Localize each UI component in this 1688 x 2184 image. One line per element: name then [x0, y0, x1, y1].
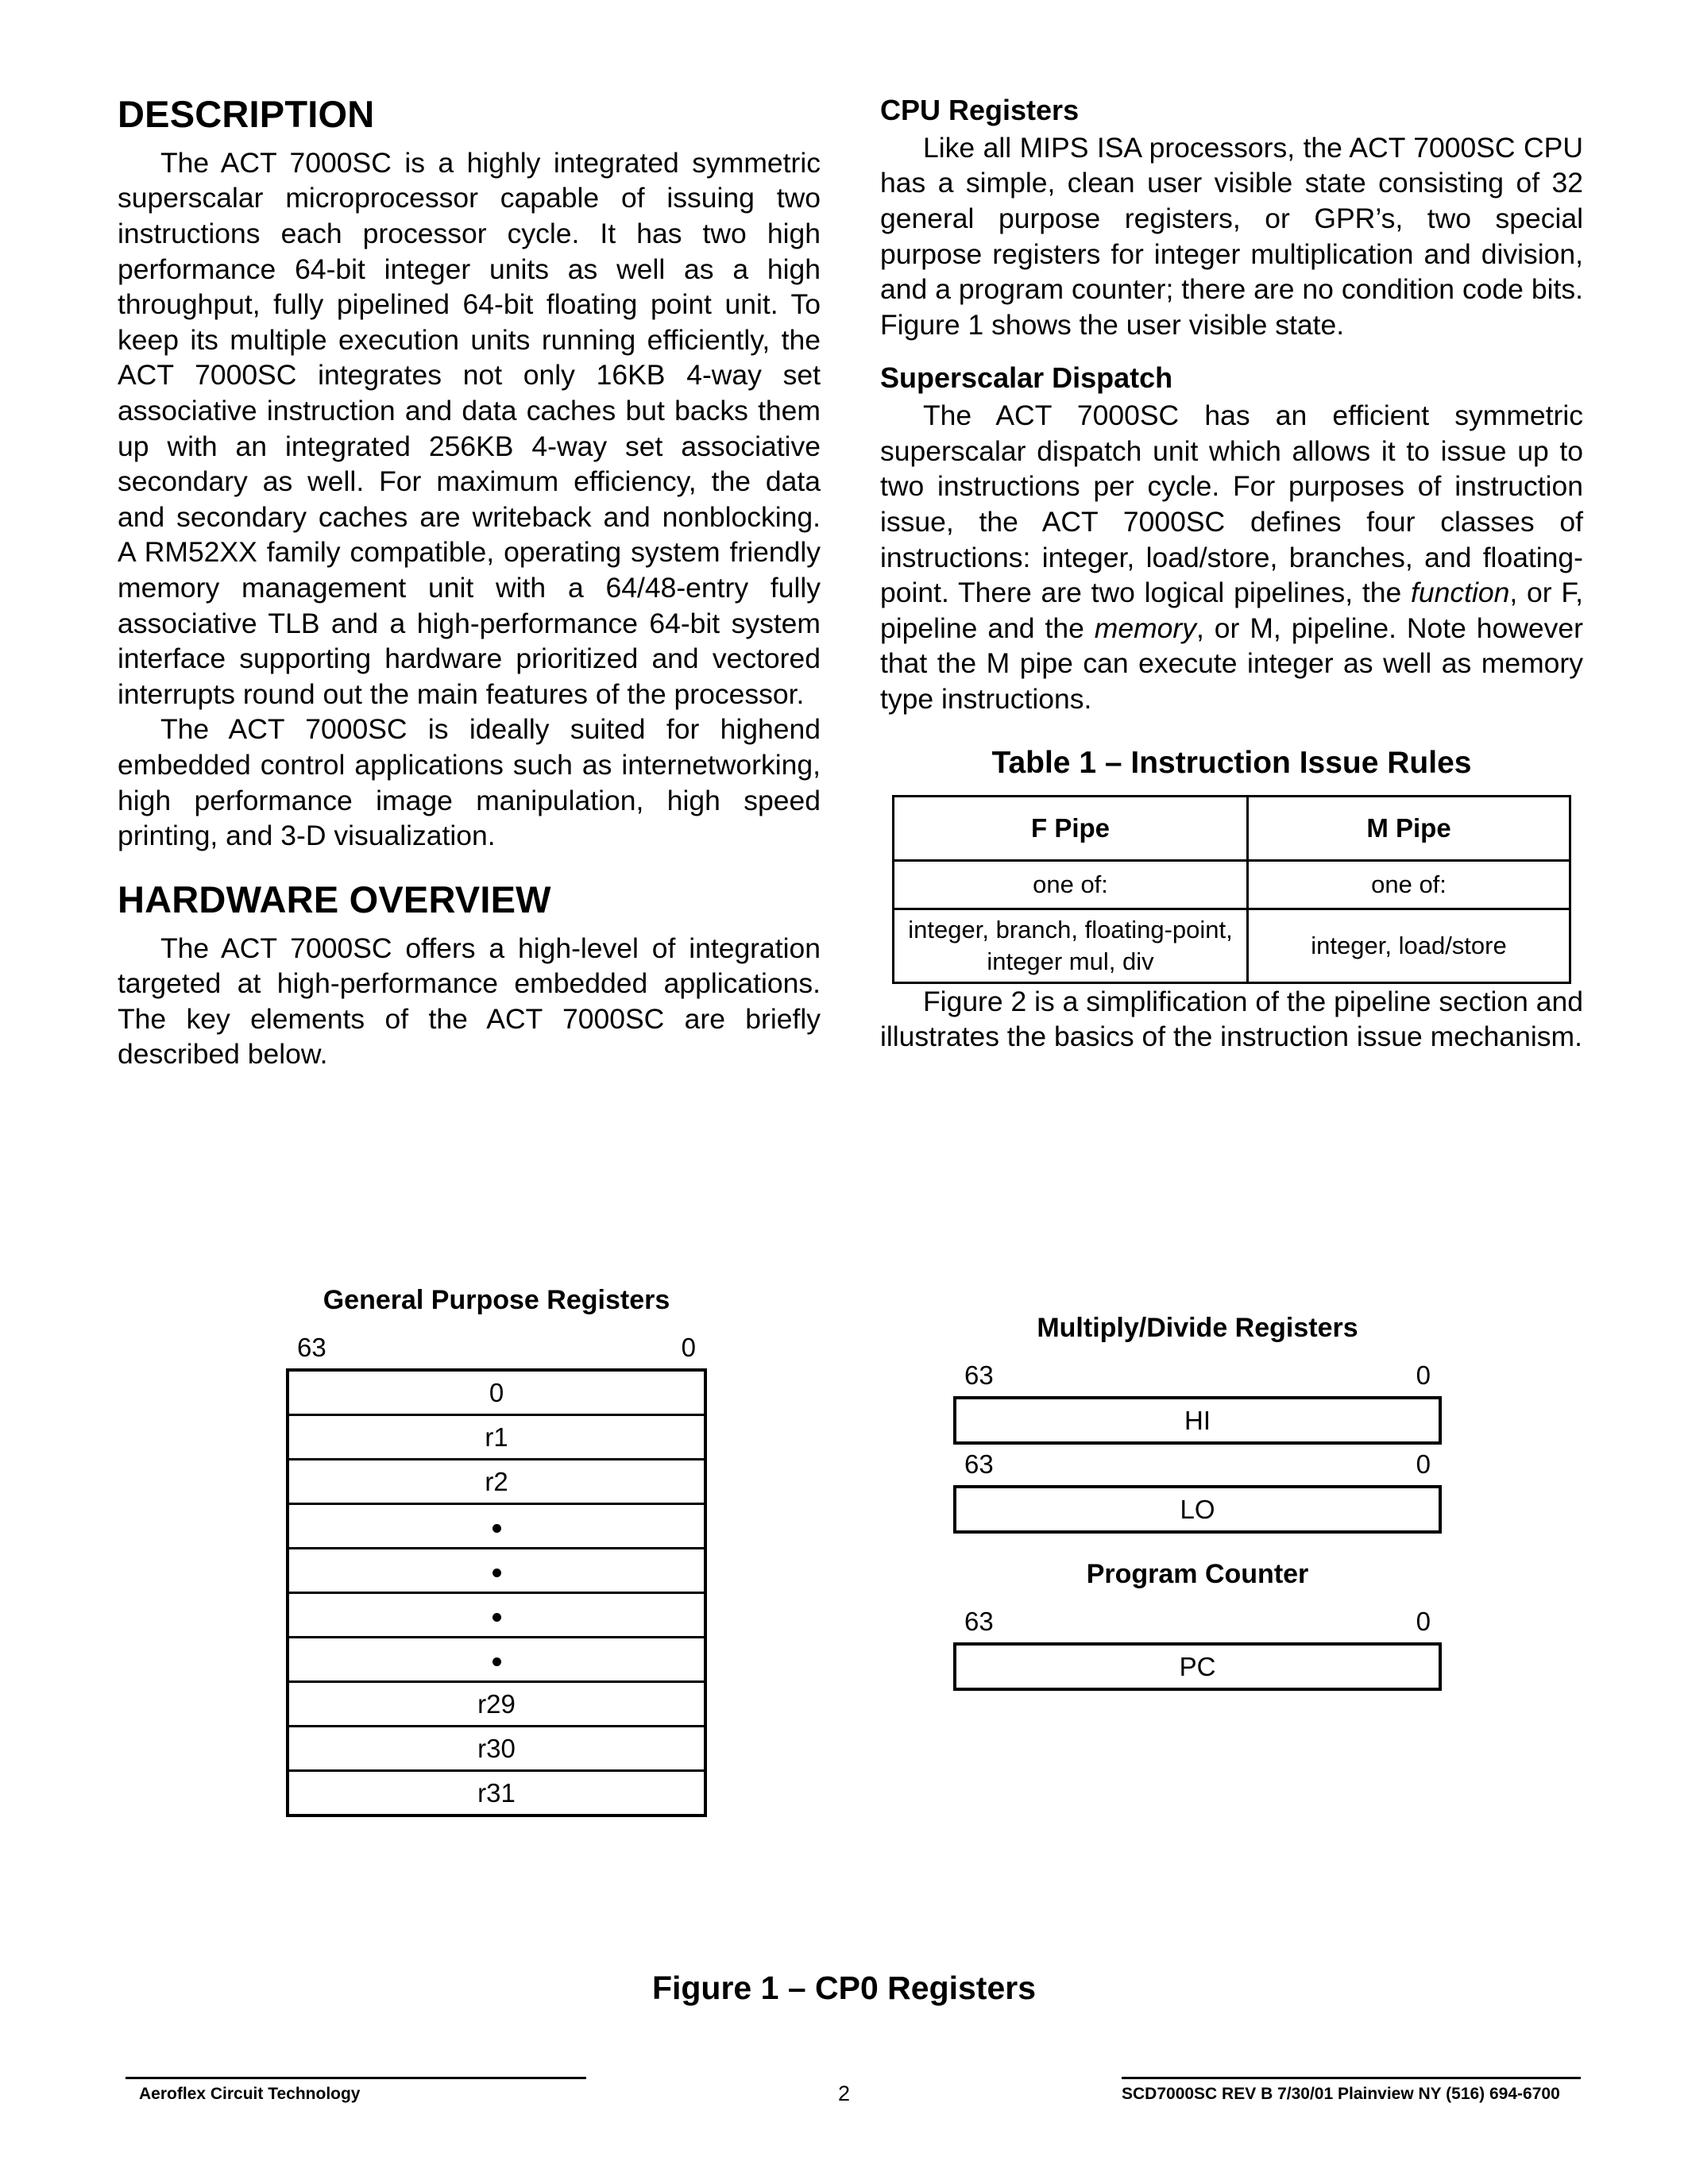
lo-bit-labels: 63 0: [953, 1451, 1442, 1477]
paragraph-description-2: The ACT 7000SC is ideally suited for hig…: [118, 713, 821, 852]
gpr-cell-ellipsis: [289, 1638, 704, 1683]
table1-f-line1: integer, branch, floating-point,: [908, 915, 1233, 943]
table1-header-f-pipe: F Pipe: [891, 794, 1250, 862]
table-header-row: F Pipe M Pipe: [891, 794, 1571, 862]
page-footer: Aeroflex Circuit Technology 2 SCD7000SC …: [0, 2077, 1688, 2148]
pc-bit-low: 0: [1416, 1607, 1431, 1636]
gpr-bit-labels: 63 0: [286, 1334, 707, 1360]
gpr-cell: r29: [289, 1683, 704, 1727]
hi-register-box: HI: [953, 1396, 1442, 1445]
section-heading-hardware-overview: HARDWARE OVERVIEW: [118, 878, 551, 920]
gpr-bit-low: 0: [681, 1333, 696, 1362]
gpr-cell: r2: [289, 1461, 704, 1505]
gpr-cell-ellipsis: [289, 1549, 704, 1594]
program-counter-title: Program Counter: [1086, 1559, 1309, 1589]
gpr-cell-ellipsis: [289, 1505, 704, 1549]
right-column: CPU Registers Like all MIPS ISA processo…: [880, 95, 1583, 1055]
gpr-group: General Purpose Registers 63 0 0 r1 r2 r…: [286, 1287, 707, 1817]
gpr-cell: 0: [289, 1372, 704, 1416]
table1-cell-m-oneof: one of:: [1246, 859, 1571, 910]
pc-bit-high: 63: [964, 1607, 994, 1636]
table1-cell-f-instructions: integer, branch, floating-point, integer…: [891, 907, 1250, 984]
footer-rule-left: [126, 2077, 586, 2079]
footer-document-reference: SCD7000SC REV B 7/30/01 Plainview NY (51…: [1122, 2085, 1560, 2103]
bullet-dot-icon: [492, 1523, 501, 1533]
bullet-dot-icon: [492, 1568, 501, 1577]
bullet-dot-icon: [492, 1657, 501, 1666]
subsection-heading-superscalar-dispatch: Superscalar Dispatch: [880, 361, 1173, 395]
multiply-divide-title: Multiply/Divide Registers: [1037, 1313, 1358, 1343]
table-row: one of: one of:: [891, 859, 1571, 910]
subsection-heading-cpu-registers: CPU Registers: [880, 94, 1080, 126]
superscalar-italic-memory: memory: [1094, 612, 1196, 644]
paragraph-hardware-overview: The ACT 7000SC offers a high-level of in…: [118, 932, 821, 1071]
gpr-cell-ellipsis: [289, 1594, 704, 1638]
figure1-caption: Figure 1 – CP0 Registers: [651, 1970, 1037, 2006]
table1-title: Table 1 – Instruction Issue Rules: [991, 745, 1472, 780]
hi-bit-labels: 63 0: [953, 1362, 1442, 1388]
table1-instruction-issue-rules: F Pipe M Pipe one of: one of: integer, b…: [891, 794, 1571, 984]
table1-cell-f-oneof: one of:: [891, 859, 1250, 910]
multiply-divide-group: Multiply/Divide Registers 63 0 HI 63 0 L…: [953, 1314, 1442, 1534]
program-counter-group: Program Counter 63 0 PC: [953, 1561, 1442, 1691]
pc-bit-labels: 63 0: [953, 1608, 1442, 1634]
footer-rule-right: [1122, 2077, 1581, 2079]
hi-bit-high: 63: [964, 1360, 994, 1390]
datasheet-page: DESCRIPTION The ACT 7000SC is a highly i…: [0, 0, 1688, 2184]
paragraph-figure2-reference: Figure 2 is a simplification of the pipe…: [880, 985, 1583, 1053]
gpr-cell: r31: [477, 1778, 516, 1808]
gpr-cell: r1: [289, 1416, 704, 1461]
lo-bit-low: 0: [1416, 1449, 1431, 1479]
lo-bit-high: 63: [964, 1449, 994, 1479]
figure1-cp0-registers: General Purpose Registers 63 0 0 r1 r2 r…: [0, 1287, 1688, 2001]
left-column: DESCRIPTION The ACT 7000SC is a highly i…: [118, 95, 821, 1072]
superscalar-italic-function: function: [1411, 577, 1510, 609]
gpr-title: General Purpose Registers: [323, 1285, 670, 1315]
paragraph-description-1: The ACT 7000SC is a highly integrated sy…: [118, 146, 821, 710]
lo-register-box: LO: [953, 1485, 1442, 1534]
paragraph-cpu-registers: Like all MIPS ISA processors, the ACT 70…: [880, 131, 1583, 341]
gpr-cell: r30: [289, 1727, 704, 1772]
table1-f-line2: integer mul, div: [987, 947, 1154, 975]
hi-bit-low: 0: [1416, 1360, 1431, 1390]
table1-cell-m-instructions: integer, load/store: [1246, 907, 1571, 984]
paragraph-superscalar-dispatch: The ACT 7000SC has an efficient symmetri…: [880, 398, 1583, 716]
bullet-dot-icon: [492, 1612, 501, 1622]
table1-header-m-pipe: M Pipe: [1246, 794, 1571, 862]
gpr-register-box: 0 r1 r2 r29 r30 r31: [286, 1368, 707, 1817]
pc-register-box: PC: [953, 1642, 1442, 1691]
section-heading-description: DESCRIPTION: [118, 93, 375, 135]
table-row: integer, branch, floating-point, integer…: [891, 907, 1571, 984]
gpr-bit-high: 63: [297, 1333, 326, 1362]
